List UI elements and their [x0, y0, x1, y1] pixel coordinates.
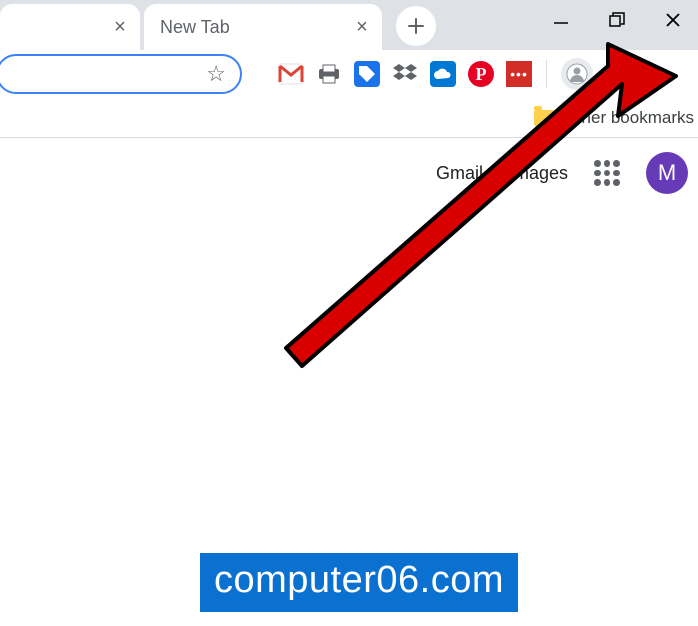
images-link[interactable]: Images — [509, 163, 568, 184]
watermark: computer06.com — [200, 553, 518, 612]
window-close-button[interactable] — [660, 7, 686, 33]
tab-2-new-tab[interactable]: New Tab × — [144, 4, 382, 50]
bookmark-star-icon[interactable]: ☆ — [206, 61, 226, 87]
minimize-icon — [552, 11, 570, 29]
maximize-button[interactable] — [604, 7, 630, 33]
new-tab-page-header: Gmail Images M — [0, 138, 698, 208]
account-avatar[interactable]: M — [646, 152, 688, 194]
gmail-extension-icon[interactable] — [278, 61, 304, 87]
separator — [546, 60, 547, 88]
google-apps-button[interactable] — [594, 160, 620, 186]
close-icon[interactable]: × — [110, 17, 130, 37]
tab-1[interactable]: × — [0, 4, 140, 50]
lastpass-extension-icon[interactable]: ••• — [506, 61, 532, 87]
tag-extension-icon[interactable] — [354, 61, 380, 87]
maximize-icon — [609, 12, 625, 28]
onedrive-extension-icon[interactable] — [430, 61, 456, 87]
folder-icon — [534, 110, 554, 126]
pinterest-extension-icon[interactable]: P — [468, 61, 494, 87]
plus-icon — [407, 17, 425, 35]
chrome-menu-button[interactable] — [609, 63, 633, 86]
profile-button[interactable] — [561, 58, 593, 90]
gmail-link[interactable]: Gmail — [436, 163, 483, 184]
window-controls — [548, 0, 698, 40]
tab-strip: × New Tab × — [0, 0, 698, 50]
close-icon — [664, 11, 682, 29]
other-bookmarks-button[interactable]: Other bookmarks — [564, 108, 694, 128]
profile-icon — [566, 63, 588, 85]
minimize-button[interactable] — [548, 7, 574, 33]
browser-toolbar: ☆ P ••• — [0, 50, 698, 98]
close-icon[interactable]: × — [352, 17, 372, 37]
dropbox-extension-icon[interactable] — [392, 61, 418, 87]
bookmarks-bar: Other bookmarks — [0, 98, 698, 138]
print-extension-icon[interactable] — [316, 61, 342, 87]
address-bar[interactable]: ☆ — [0, 54, 242, 94]
tab-title: New Tab — [160, 17, 352, 38]
new-tab-button[interactable] — [396, 6, 436, 46]
